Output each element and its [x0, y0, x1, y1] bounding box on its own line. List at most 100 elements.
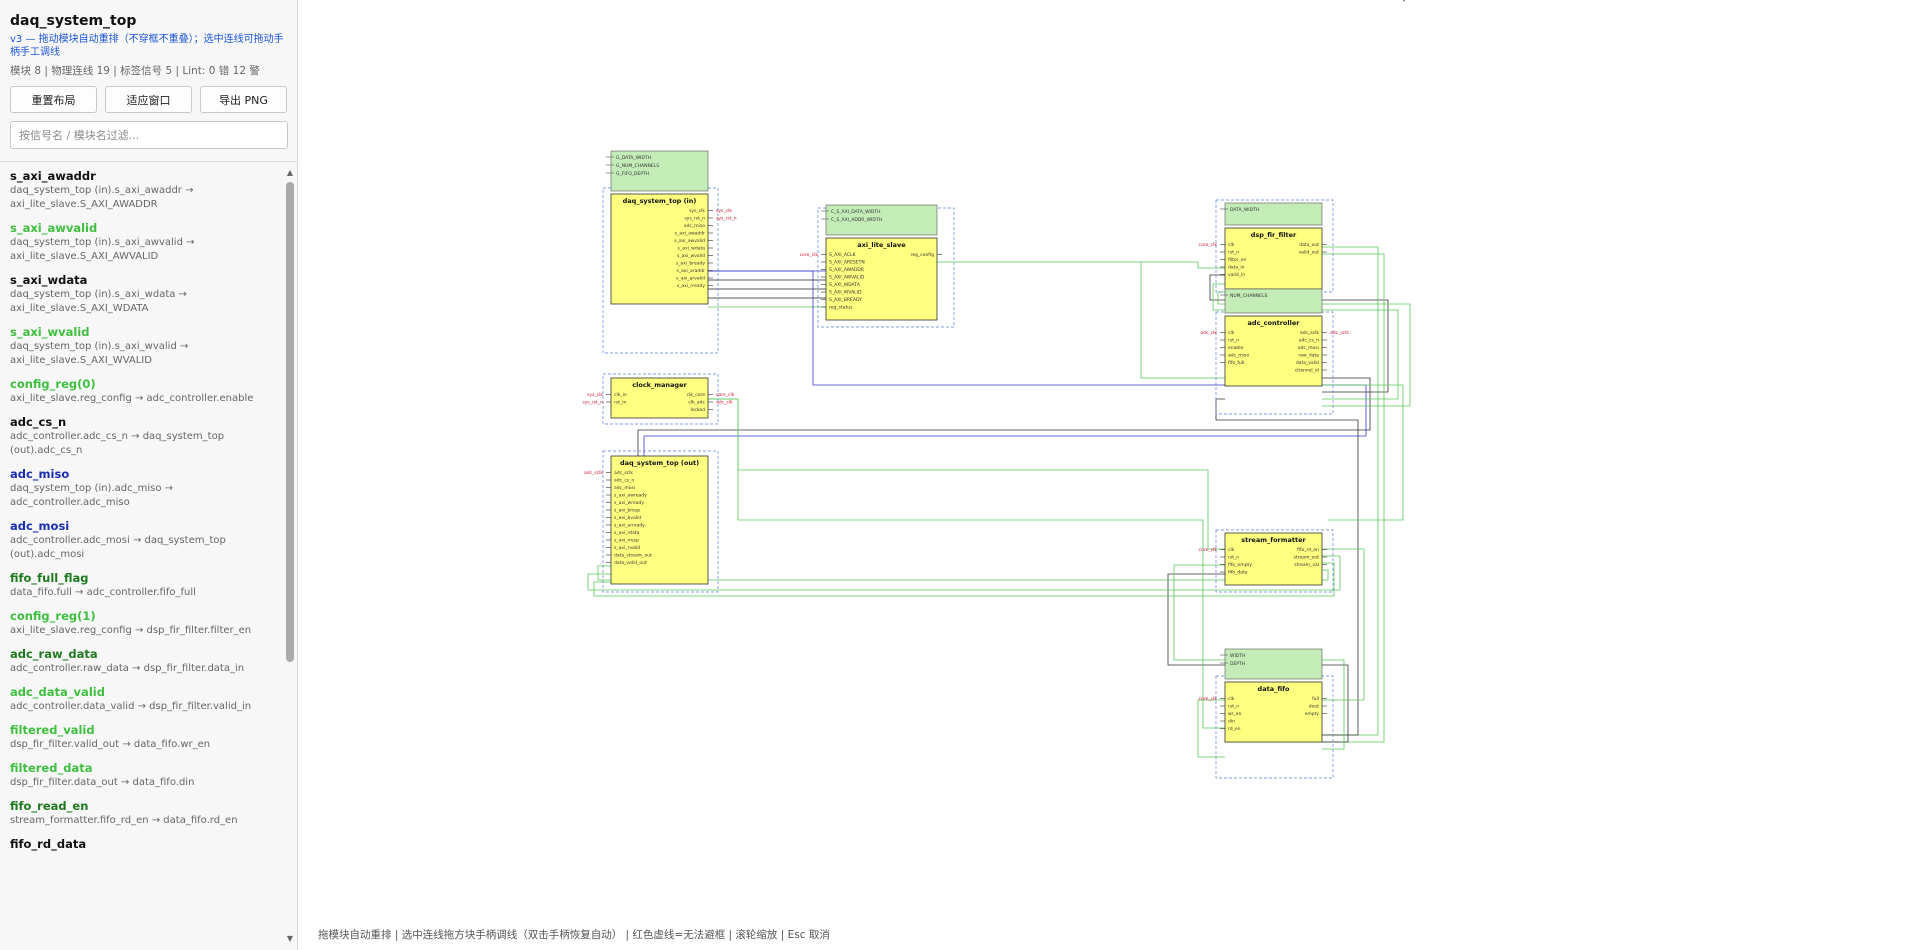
port-name: S_AXI_ARESETN: [829, 260, 865, 266]
port-name: s_axi_arvalid: [676, 276, 705, 282]
signal-list-scrollbar[interactable]: ▲ ▼: [285, 168, 295, 944]
signal-connection: dsp_fir_filter.data_out → data_fifo.din: [10, 777, 195, 788]
port-name: s_axi_arready: [614, 523, 645, 529]
module-name: daq_system_top (in): [623, 197, 697, 205]
signal-list-item[interactable]: fifo_full_flag data_fifo.full → adc_contr…: [10, 570, 284, 600]
scroll-down-icon[interactable]: ▼: [285, 934, 295, 944]
signal-wire[interactable]: [708, 398, 1225, 729]
signal-name: config_reg(1): [10, 609, 96, 623]
signal-connection: data_fifo.full → adc_controller.fifo_ful…: [10, 587, 196, 598]
signal-list-item[interactable]: s_axi_awaddr daq_system_top (in).s_axi_aw…: [10, 168, 284, 212]
port-name: data_stream_out: [614, 553, 652, 559]
parameter-name: DATA_WIDTH: [1230, 207, 1259, 213]
scroll-up-icon[interactable]: ▲: [285, 168, 295, 178]
signal-list-item[interactable]: adc_cs_n adc_controller.adc_cs_n → daq_sy…: [10, 414, 284, 458]
port-name: data_valid: [1296, 360, 1319, 366]
parameter-box: [1224, 288, 1323, 314]
signal-wire[interactable]: [1141, 261, 1225, 269]
port-name: sys_clk: [689, 208, 705, 214]
signal-connection: daq_system_top (in).s_axi_wvalid → axi_l…: [10, 341, 189, 366]
scrollbar-thumb[interactable]: [286, 182, 294, 662]
signal-list-item[interactable]: adc_miso daq_system_top (in).adc_miso → a…: [10, 466, 284, 510]
signal-connection: adc_controller.data_valid → dsp_fir_filt…: [10, 701, 252, 712]
schematic-canvas[interactable]: G_DATA_WIDTH G_NUM_CHANNELS G_FIFO_DEPTH da…: [298, 0, 1918, 950]
net-label: sys_clk: [587, 392, 603, 398]
module-axi[interactable]: C_S_AXI_DATA_WIDTH C_S_AXI_ADDR_WIDTH axi_…: [800, 204, 955, 328]
port-name: fifo_full: [1228, 360, 1244, 366]
signal-name: config_reg(0): [10, 377, 96, 391]
port-name: s_axi_wdata: [678, 246, 706, 252]
port-name: adc_cs_n: [1299, 338, 1319, 344]
relayout-button[interactable]: 重置布局: [10, 86, 97, 113]
signal-connection: daq_system_top (in).adc_miso → adc_contr…: [10, 483, 174, 508]
signal-wire[interactable]: [937, 261, 1225, 379]
module-top_in[interactable]: G_DATA_WIDTH G_NUM_CHANNELS G_FIFO_DEPTHda…: [602, 150, 737, 354]
port-name: s_axi_wvalid: [677, 253, 705, 259]
signal-list-item[interactable]: s_axi_awvalid daq_system_top (in).s_axi_a…: [10, 220, 284, 264]
port-name: channel_id: [1295, 368, 1319, 374]
port-name: s_axi_wready: [614, 500, 644, 506]
port-name: data_out: [1299, 242, 1319, 248]
mouse-cursor-icon: ↖: [1398, 0, 1406, 5]
signal-wire[interactable]: [1322, 384, 1404, 521]
port-name: fifo_data: [1228, 570, 1248, 576]
port-name: s_axi_bready: [676, 261, 706, 267]
parameter-name: G_NUM_CHANNELS: [616, 163, 659, 169]
export-png-button[interactable]: 导出 PNG: [200, 86, 287, 113]
signal-name: adc_miso: [10, 467, 70, 481]
signal-name: adc_cs_n: [10, 415, 67, 429]
port-name: S_AXI_WVALID: [829, 290, 862, 296]
signal-name: s_axi_wdata: [10, 273, 88, 287]
toolbar: 重置布局 适应窗口 导出 PNG: [10, 86, 287, 113]
port-name: locked: [690, 407, 705, 413]
signal-list-item[interactable]: config_reg(1) axi_lite_slave.reg_config →…: [10, 608, 284, 638]
signal-connection: adc_controller.adc_cs_n → daq_system_top…: [10, 431, 225, 456]
signal-name: filtered_data: [10, 761, 93, 775]
signal-filter-input[interactable]: [10, 121, 288, 149]
module-adc[interactable]: NUM_CHANNELS adc_controllerclk rst_nenable…: [1200, 288, 1349, 415]
parameter-name: NUM_CHANNELS: [1230, 293, 1267, 299]
net-label: adc_sclk: [584, 470, 603, 476]
port-name: s_axi_awaddr: [675, 231, 705, 237]
parameter-box: [1224, 202, 1323, 226]
signal-name: s_axi_awaddr: [10, 169, 96, 183]
signal-wire[interactable]: [708, 398, 1225, 550]
sidebar: daq_system_top v3 — 拖动模块自动重排（不穿框不重叠）；选中连…: [0, 0, 298, 950]
parameter-name: DEPTH: [1230, 661, 1245, 667]
design-stats: 模块 8 | 物理连线 19 | 标签信号 5 | Lint: 0 错 12 警: [10, 65, 260, 77]
signal-list-item[interactable]: s_axi_wdata daq_system_top (in).s_axi_wda…: [10, 272, 284, 316]
signal-list-item[interactable]: adc_raw_data adc_controller.raw_data → ds…: [10, 646, 284, 676]
signal-name: fifo_rd_data: [10, 837, 87, 851]
signal-list-item[interactable]: adc_data_valid adc_controller.data_valid …: [10, 684, 284, 714]
signal-connection: dsp_fir_filter.valid_out → data_fifo.wr_…: [10, 739, 211, 750]
signal-connection: adc_controller.adc_mosi → daq_system_top…: [10, 535, 226, 560]
signal-list-item[interactable]: s_axi_wvalid daq_system_top (in).s_axi_wv…: [10, 324, 284, 368]
port-name: enable: [1228, 345, 1243, 351]
signal-list-item[interactable]: fifo_rd_data: [10, 836, 284, 852]
signal-wire[interactable]: [708, 270, 1225, 386]
port-name: valid_out: [1299, 250, 1320, 256]
schematic-diagram[interactable]: G_DATA_WIDTH G_NUM_CHANNELS G_FIFO_DEPTHda…: [298, 0, 1917, 950]
signal-list-item[interactable]: filtered_valid dsp_fir_filter.valid_out →…: [10, 722, 284, 752]
port-name: dout: [1309, 704, 1319, 710]
signal-list-item[interactable]: fifo_read_en stream_formatter.fifo_rd_en …: [10, 798, 284, 828]
module-fmt[interactable]: stream_formatterclk rst_nfifo_empty fifo_d…: [1199, 529, 1334, 593]
version-note: v3 — 拖动模块自动重排（不穿框不重叠）；选中连线可拖动手柄手工调线: [10, 34, 284, 58]
fit-window-button[interactable]: 适应窗口: [105, 86, 192, 113]
signal-list-item[interactable]: filtered_data dsp_fir_filter.data_out → d…: [10, 760, 284, 790]
module-dsp[interactable]: DATA_WIDTH dsp_fir_filterclk rst_nfilter_e…: [1199, 199, 1334, 293]
module-fifo[interactable]: WIDTH DEPTH data_fifoclk rst_nwr_endinrd_en…: [1199, 648, 1334, 779]
module-top_out[interactable]: daq_system_top (out)adc_sclkadc_cs_nadc_…: [584, 450, 719, 593]
port-name: clk: [1228, 696, 1235, 702]
signal-list-panel: s_axi_awaddr daq_system_top (in).s_axi_aw…: [0, 161, 298, 950]
port-name: raw_data: [1298, 353, 1319, 359]
port-name: fifo_empty: [1228, 562, 1252, 568]
port-name: S_AXI_AWVALID: [829, 275, 865, 281]
module-name: dsp_fir_filter: [1251, 231, 1297, 239]
signal-list-item[interactable]: config_reg(0) axi_lite_slave.reg_config →…: [10, 376, 284, 406]
signal-list-item[interactable]: adc_mosi adc_controller.adc_mosi → daq_sy…: [10, 518, 284, 562]
port-name: s_axi_bresp: [614, 508, 640, 514]
net-label: core_clk: [716, 392, 735, 398]
net-label: adc_clk: [716, 400, 733, 406]
module-name: data_fifo: [1258, 685, 1290, 693]
